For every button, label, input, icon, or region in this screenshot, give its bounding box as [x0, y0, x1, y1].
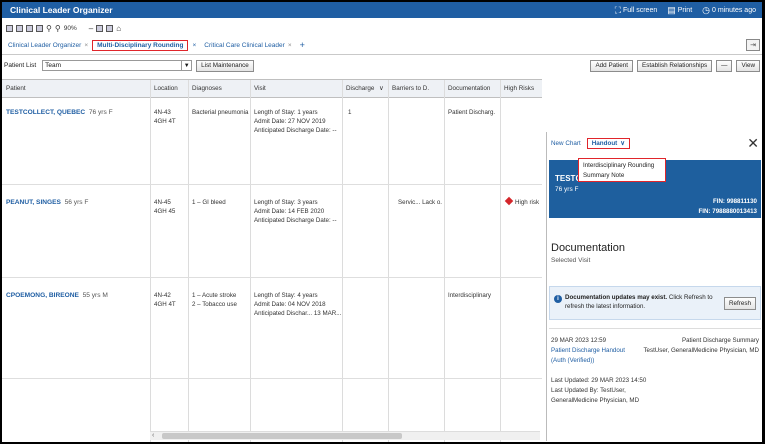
- close-icon[interactable]: ×: [192, 42, 196, 49]
- list-maintenance-button[interactable]: List Maintenance: [196, 59, 254, 72]
- location: 4N-42 4GH 4T: [154, 292, 176, 308]
- patient-table: Patient Location Diagnoses Visit Dischar…: [2, 79, 542, 442]
- visit-info: Length of Stay: 1 years Admit Date: 27 NO…: [254, 109, 337, 134]
- close-icon[interactable]: ×: [84, 42, 88, 49]
- col-patient[interactable]: Patient: [6, 85, 26, 92]
- zoom-level[interactable]: 90%: [64, 25, 77, 32]
- minus-button[interactable]: —: [716, 59, 733, 72]
- table-row[interactable]: CPOEMONG, BIREONE 55 yrs M 4N-42 4GH 4T 1…: [2, 279, 542, 379]
- print-icon: ▤: [667, 4, 676, 15]
- fullscreen-button[interactable]: ⛶ Full screen: [615, 5, 658, 16]
- chevron-left-icon[interactable]: ‹: [152, 432, 154, 439]
- chevron-down-icon[interactable]: ▼: [182, 60, 193, 71]
- handout-menu: Interdisciplinary Rounding Summary Note: [578, 158, 666, 182]
- location: 4N-45 4GH 45: [154, 199, 176, 215]
- update-alert: i Documentation updates may exist. Click…: [549, 286, 761, 320]
- toolbar-icon-5[interactable]: [96, 24, 104, 32]
- discharge: 1: [348, 109, 352, 116]
- documentation[interactable]: Patient Discharg.: [448, 108, 495, 117]
- entry-date: 29 MAR 2023 12:59: [551, 337, 607, 344]
- title-bar: Clinical Leader Organizer ⛶ Full screen ▤…: [2, 2, 762, 18]
- diagnoses: Bacterial pneumonia: [192, 109, 249, 116]
- tab-multi-disciplinary-rounding[interactable]: Multi-Disciplinary Rounding: [92, 39, 189, 51]
- tab-bar: Clinical Leader Organizer × Multi-Discipl…: [4, 38, 760, 52]
- tab-clinical-leader-organizer[interactable]: Clinical Leader Organizer ×: [4, 41, 92, 50]
- entry-physician: GeneralMedicine Physician, MD: [551, 397, 640, 404]
- col-location[interactable]: Location: [154, 85, 178, 92]
- establish-relationships-button[interactable]: Establish Relationships: [637, 59, 713, 72]
- patient-list-select[interactable]: Team: [42, 60, 183, 71]
- toolbar-icon-1[interactable]: [6, 24, 13, 32]
- search-icon[interactable]: ⚲: [46, 24, 52, 33]
- info-icon: i: [554, 295, 562, 303]
- divider: [2, 54, 762, 55]
- menu-item-interdisciplinary-rounding[interactable]: Interdisciplinary Rounding: [583, 161, 661, 171]
- add-patient-button[interactable]: Add Patient: [590, 59, 634, 72]
- entry-last-updated: Last Updated: 29 MAR 2023 14:50: [551, 377, 647, 384]
- toolbar-icon-2[interactable]: [16, 24, 23, 32]
- barriers[interactable]: Servic... Lack o.: [398, 198, 442, 207]
- warning-icon: [504, 196, 514, 206]
- entry-author: TestUser, GeneralMedicine Physician, MD: [643, 347, 759, 354]
- close-icon[interactable]: ×: [288, 42, 292, 49]
- documentation[interactable]: Interdisciplinary: [448, 291, 491, 300]
- clock-icon: ◷: [702, 4, 711, 15]
- patient-list-bar: Patient List Team ▼ List Maintenance Add…: [4, 58, 760, 73]
- toolbar-icon-3[interactable]: [26, 24, 33, 32]
- app-title: Clinical Leader Organizer: [10, 5, 113, 15]
- fullscreen-icon: ⛶: [614, 4, 621, 15]
- divider: [549, 328, 761, 329]
- chevron-down-icon: ∨: [620, 139, 625, 147]
- menu-item-summary-note[interactable]: Summary Note: [583, 171, 661, 181]
- table-row[interactable]: PEANUT, SINGES 56 yrs F 4N-45 4GH 45 1 – …: [2, 186, 542, 278]
- handout-dropdown[interactable]: Handout ∨: [586, 137, 630, 149]
- visit-info: Length of Stay: 3 years Admit Date: 14 FE…: [254, 199, 337, 224]
- patient-name[interactable]: TESTCOLLECT, QUEBEC 76 yrs F: [6, 108, 113, 117]
- col-diagnoses[interactable]: Diagnoses: [192, 85, 222, 92]
- icon-toolbar: ⚲ ⚲ 90% – ⌂: [6, 22, 121, 34]
- toolbar-icon-6[interactable]: [106, 24, 114, 32]
- refresh-button[interactable]: Refresh: [723, 297, 756, 310]
- print-button[interactable]: ▤ Print: [667, 5, 692, 16]
- chevron-down-icon[interactable]: ∨: [379, 85, 384, 92]
- selected-visit-label: Selected Visit: [551, 257, 591, 264]
- new-chart-link[interactable]: New Chart: [551, 140, 581, 147]
- col-documentation[interactable]: Documentation: [448, 85, 490, 92]
- table-header: Patient Location Diagnoses Visit Dischar…: [2, 80, 542, 98]
- table-row[interactable]: TESTCOLLECT, QUEBEC 76 yrs F 4N-43 4GH 4T…: [2, 99, 542, 185]
- entry-link[interactable]: Patient Discharge Handout (Auth (Verifie…: [551, 346, 631, 366]
- high-risk-indicator[interactable]: High risk: [504, 196, 539, 207]
- tab-critical-care-clinical-leader[interactable]: Critical Care Clinical Leader ×: [200, 41, 295, 50]
- view-button[interactable]: View: [736, 59, 760, 72]
- lock-icon[interactable]: ⌂: [116, 24, 121, 33]
- documentation-title: Documentation: [551, 242, 625, 254]
- alert-text: Documentation updates may exist. Click R…: [565, 294, 713, 310]
- banner-demographics: 76 yrs F: [555, 186, 579, 193]
- close-icon[interactable]: ✕: [747, 135, 759, 152]
- col-high-risks[interactable]: High Risks: [504, 85, 534, 92]
- search-icon-2[interactable]: ⚲: [55, 24, 61, 33]
- diagnoses: 1 – Acute stroke 2 – Tobacco use: [192, 292, 237, 308]
- add-tab-button[interactable]: +: [296, 39, 309, 51]
- entry-last-updated-by: Last Updated By: TestUser,: [551, 387, 626, 394]
- pin-icon[interactable]: ⇥: [746, 39, 760, 51]
- patient-name[interactable]: CPOEMONG, BIREONE 55 yrs M: [6, 291, 108, 300]
- patient-list-label: Patient List: [4, 62, 37, 69]
- location: 4N-43 4GH 4T: [154, 109, 176, 125]
- collapse-icon[interactable]: –: [89, 24, 93, 33]
- col-barriers[interactable]: Barriers to D.: [392, 85, 429, 92]
- panel-header: New Chart Handout ∨ ✕: [547, 132, 763, 154]
- entry-type: Patient Discharge Summary: [681, 337, 759, 344]
- banner-fin: FIN: 998811130: [712, 198, 757, 205]
- visit-info: Length of Stay: 4 years Admit Date: 04 NO…: [254, 292, 342, 317]
- horizontal-scrollbar[interactable]: ‹: [150, 431, 540, 440]
- toolbar-icon-4[interactable]: [36, 24, 43, 32]
- col-discharge[interactable]: Discharge: [346, 85, 374, 92]
- scrollbar-thumb[interactable]: [162, 433, 402, 439]
- patient-name[interactable]: PEANUT, SINGES 56 yrs F: [6, 198, 88, 207]
- refresh-timer[interactable]: ◷ 0 minutes ago: [702, 5, 756, 16]
- col-visit[interactable]: Visit: [254, 85, 266, 92]
- diagnoses: 1 – GI bleed: [192, 199, 226, 206]
- banner-fin-2: FIN: 7988880013413: [698, 208, 757, 215]
